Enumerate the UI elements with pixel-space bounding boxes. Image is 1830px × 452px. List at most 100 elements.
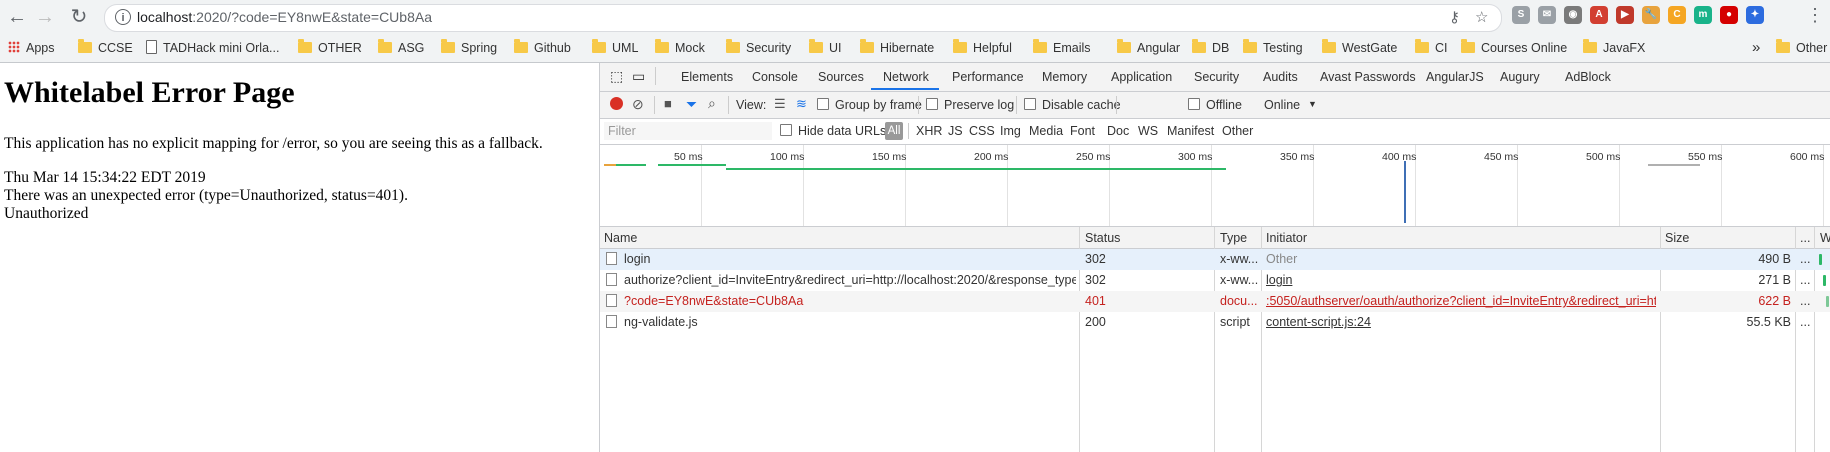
extension-icon[interactable]: S [1512,6,1530,24]
request-name[interactable]: login [606,252,1076,266]
bookmark-folder[interactable]: WestGate [1322,39,1397,56]
filter-other[interactable]: Other [1222,124,1253,138]
bookmark-other[interactable]: Other [1776,39,1827,56]
extension-icon[interactable]: C [1668,6,1686,24]
search-icon[interactable]: ⌕ [708,95,716,112]
tab-audits[interactable]: Audits [1263,70,1298,84]
extension-icon[interactable]: 🔧 [1642,6,1660,24]
device-toolbar-icon[interactable]: ▭ [632,68,645,85]
filter-manifest[interactable]: Manifest [1167,124,1214,138]
filter-input[interactable] [604,122,772,140]
extension-icon[interactable]: m [1694,6,1712,24]
filter-ws[interactable]: WS [1138,124,1158,138]
network-overview-timeline[interactable]: 50 ms 100 ms 150 ms 200 ms 250 ms 300 ms… [600,145,1830,227]
request-name[interactable]: authorize?client_id=InviteEntry&redirect… [606,273,1076,287]
bookmark-folder[interactable]: DB [1192,39,1229,56]
offline-checkbox[interactable]: Offline [1188,98,1242,112]
tab-sources[interactable]: Sources [818,70,864,84]
request-initiator-link[interactable]: login [1266,273,1656,287]
address-bar[interactable]: i localhost:2020/?code=EY8nwE&state=CUb8… [104,4,1502,32]
bookmark-folder[interactable]: Testing [1243,39,1303,56]
bookmark-folder[interactable]: JavaFX [1583,39,1645,56]
tab-console[interactable]: Console [752,70,798,84]
column-waterfall[interactable]: W [1820,231,1830,245]
group-by-frame-checkbox[interactable]: Group by frame [817,98,922,112]
tab-adblock[interactable]: AdBlock [1565,70,1611,84]
request-name[interactable]: ng-validate.js [606,315,1076,329]
tab-application[interactable]: Application [1111,70,1172,84]
info-icon[interactable]: i [115,9,131,25]
filter-css[interactable]: CSS [969,124,995,138]
filter-icon[interactable]: ⏷ [686,96,697,113]
bookmark-folder[interactable]: Spring [441,39,497,56]
table-row[interactable]: ?code=EY8nwE&state=CUb8Aa 401 docu... :5… [600,291,1830,312]
preserve-log-checkbox[interactable]: Preserve log [926,98,1014,112]
inspect-element-icon[interactable]: ⬚ [610,68,623,85]
bookmark-folder[interactable]: Hibernate [860,39,934,56]
star-icon[interactable]: ☆ [1475,8,1488,26]
filter-xhr[interactable]: XHR [916,124,942,138]
browser-menu-icon[interactable]: ⋮ [1806,6,1824,24]
screenshot-icon[interactable]: ■ [664,96,672,111]
filter-doc[interactable]: Doc [1107,124,1129,138]
bookmarks-overflow-button[interactable]: » [1752,40,1760,56]
bookmark-folder[interactable]: Github [514,39,571,56]
waterfall-view-icon[interactable]: ≋ [796,96,807,112]
column-more[interactable]: ... [1800,231,1810,245]
throttle-caret-icon[interactable]: ▼ [1308,99,1317,109]
reload-button[interactable]: ↻ [66,4,92,30]
bookmark-folder[interactable]: CCSE [78,39,133,56]
throttling-select[interactable]: Online [1264,98,1300,112]
bookmark-folder[interactable]: Mock [655,39,705,56]
extension-icon[interactable]: A [1590,6,1608,24]
bookmark-folder[interactable]: UML [592,39,638,56]
filter-img[interactable]: Img [1000,124,1021,138]
bookmark-folder[interactable]: Security [726,39,791,56]
extension-icon[interactable]: ◉ [1564,6,1582,24]
tab-elements[interactable]: Elements [681,70,733,84]
tab-avast-passwords[interactable]: Avast Passwords [1320,70,1416,84]
bookmark-folder[interactable]: UI [809,39,842,56]
extension-icon[interactable]: ● [1720,6,1738,24]
filter-font[interactable]: Font [1070,124,1095,138]
tab-augury[interactable]: Augury [1500,70,1540,84]
filter-js[interactable]: JS [948,124,963,138]
clear-icon[interactable]: ⊘ [632,96,644,113]
filter-all-button[interactable]: All [885,122,903,140]
tab-performance[interactable]: Performance [952,70,1024,84]
tab-memory[interactable]: Memory [1042,70,1087,84]
bookmark-folder[interactable]: CI [1415,39,1448,56]
bookmark-apps[interactable]: Apps [8,40,55,56]
table-row[interactable]: authorize?client_id=InviteEntry&redirect… [600,270,1830,291]
address-url[interactable]: localhost:2020/?code=EY8nwE&state=CUb8Aa [137,9,432,25]
column-type[interactable]: Type [1220,231,1247,245]
column-initiator[interactable]: Initiator [1266,231,1307,245]
extension-icon[interactable]: ✦ [1746,6,1764,24]
record-button[interactable] [610,97,623,110]
hide-data-urls-checkbox[interactable]: Hide data URLs [780,124,886,138]
table-row[interactable]: ng-validate.js 200 script content-script… [600,312,1830,333]
request-initiator-link[interactable]: content-script.js:24 [1266,315,1656,329]
extension-icon[interactable]: ✉ [1538,6,1556,24]
bookmark-folder[interactable]: OTHER [298,39,362,56]
request-initiator-link[interactable]: :5050/authserver/oauth/authorize?client_… [1266,294,1656,308]
bookmark-folder[interactable]: Emails [1033,39,1091,56]
tab-security[interactable]: Security [1194,70,1239,84]
request-name[interactable]: ?code=EY8nwE&state=CUb8Aa [606,294,1076,308]
tab-network[interactable]: Network [883,70,929,84]
bookmark-folder[interactable]: Courses Online [1461,39,1567,56]
filter-media[interactable]: Media [1029,124,1063,138]
column-size[interactable]: Size [1665,231,1689,245]
bookmark-folder[interactable]: Angular [1117,39,1180,56]
column-name[interactable]: Name [604,231,637,245]
extension-icon[interactable]: ▶ [1616,6,1634,24]
large-rows-icon[interactable]: ☰ [774,96,786,112]
bookmark-folder[interactable]: Helpful [953,39,1012,56]
disable-cache-checkbox[interactable]: Disable cache [1024,98,1121,112]
key-icon[interactable]: ⚷ [1449,8,1460,26]
forward-button[interactable]: → [32,4,58,30]
bookmark-folder[interactable]: ASG [378,39,424,56]
tab-angularjs[interactable]: AngularJS [1426,70,1484,84]
bookmark-link[interactable]: TADHack mini Orla... [146,40,279,56]
back-button[interactable]: ← [4,4,30,30]
